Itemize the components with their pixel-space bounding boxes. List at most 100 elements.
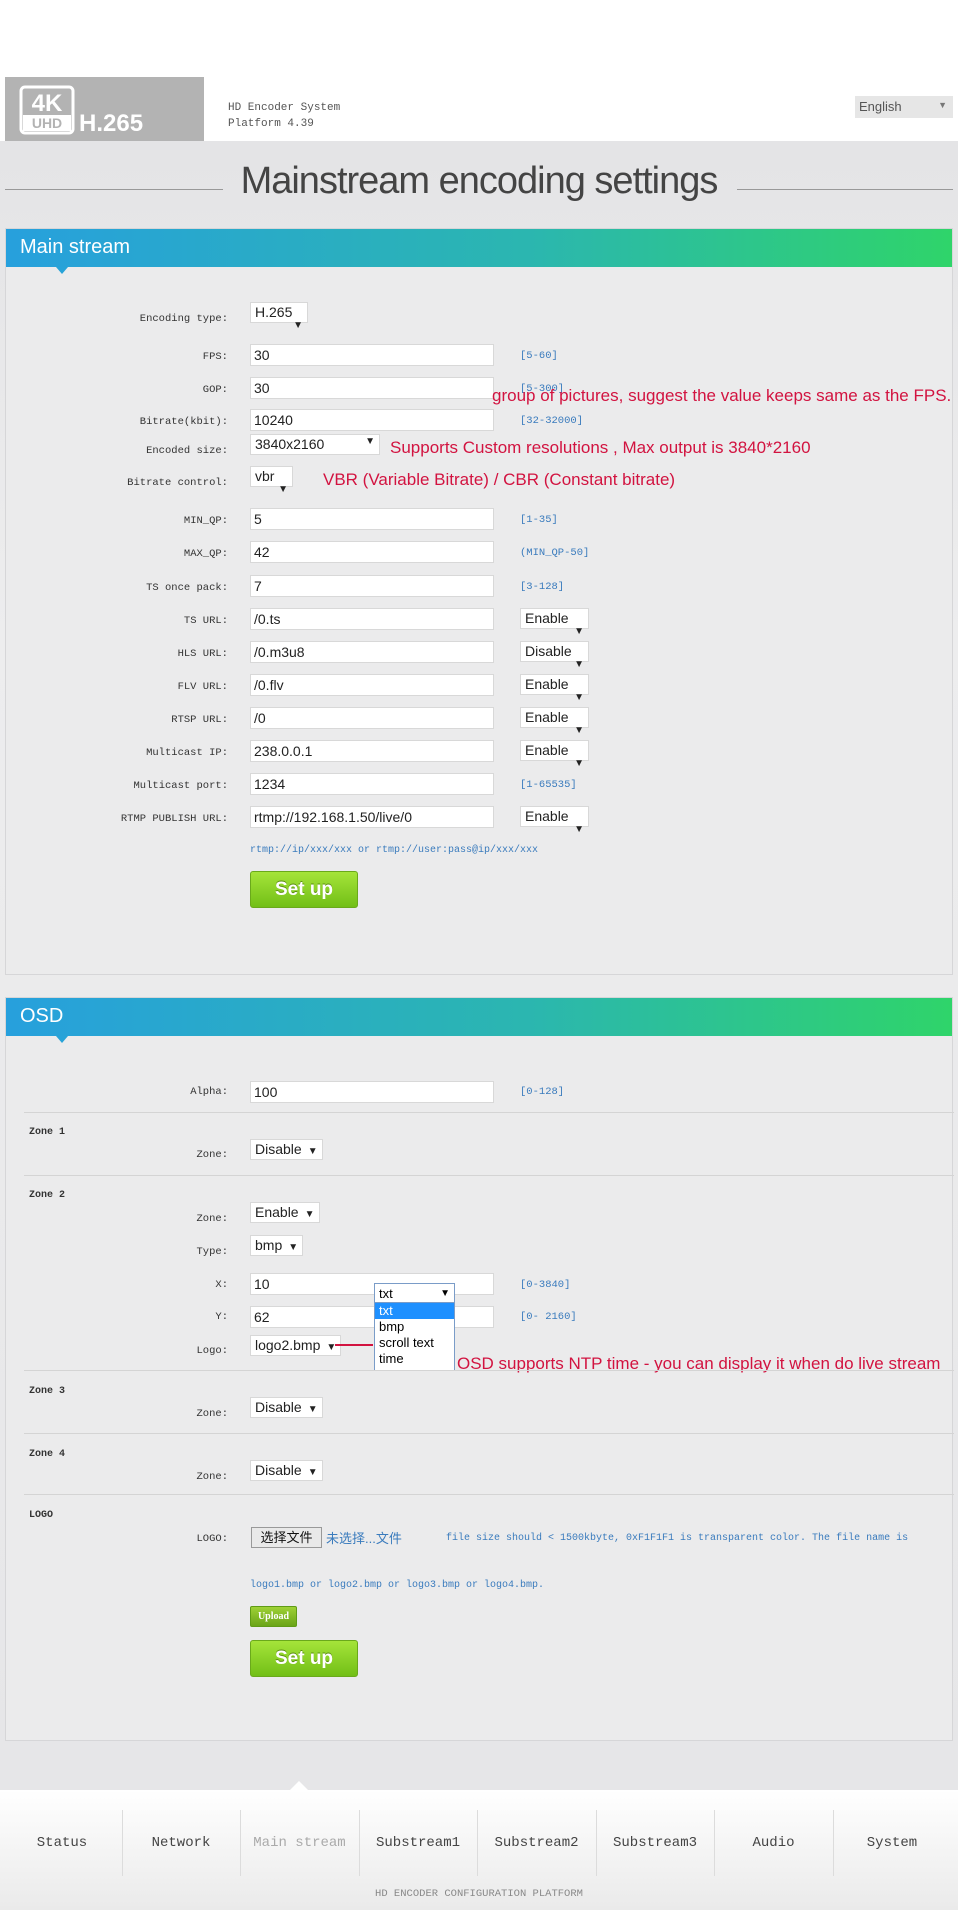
hls-url-input[interactable]: /0.m3u8 <box>250 641 494 663</box>
min-qp-label: MIN_QP: <box>183 515 228 527</box>
encoded-size-select[interactable]: 3840x2160 ▼ <box>250 434 380 455</box>
logo-upload-label: LOGO: <box>196 1533 228 1545</box>
type-dropdown-open[interactable]: txt ▼ txt bmp scroll text time <box>374 1283 455 1371</box>
rtsp-url-label: RTSP URL: <box>171 714 228 726</box>
multicast-port-input[interactable]: 1234 <box>250 773 494 795</box>
hls-url-label: HLS URL: <box>177 648 228 660</box>
divider <box>24 1370 954 1371</box>
chevron-down-icon: ▼ <box>307 1404 318 1415</box>
nav-item-network[interactable]: Network <box>121 1810 240 1876</box>
svg-text:UHD: UHD <box>32 115 62 131</box>
rtmp-publish-url-label: RTMP PUBLISH URL: <box>120 813 228 825</box>
ts-once-pack-range: [3-128] <box>520 581 565 593</box>
zone2-x-input[interactable]: 10 <box>250 1273 494 1295</box>
zone4-title: Zone 4 <box>29 1449 66 1460</box>
title-divider-right <box>737 189 953 190</box>
dropdown-option-txt[interactable]: txt <box>375 1303 454 1319</box>
hls-url-enable-select[interactable]: Disable ▼ <box>520 641 589 670</box>
divider <box>24 1433 954 1434</box>
ts-url-label: TS URL: <box>183 615 228 627</box>
bitrate-control-select[interactable]: vbr ▼ <box>250 466 293 495</box>
zone2-logo-label: Logo: <box>196 1345 228 1357</box>
zone2-zone-select[interactable]: Enable ▼ <box>250 1202 320 1223</box>
ts-once-pack-input[interactable]: 7 <box>250 575 494 597</box>
chevron-down-icon: ▼ <box>307 1146 318 1157</box>
ts-once-pack-label: TS once pack: <box>146 582 228 594</box>
zone3-zone-select[interactable]: Disable ▼ <box>250 1397 323 1418</box>
panel-title: Main stream <box>20 236 131 258</box>
rtmp-publish-url-input[interactable]: rtmp://192.168.1.50/live/0 <box>250 806 494 828</box>
logo-filenames-hint: logo1.bmp or logo2.bmp or logo3.bmp or l… <box>250 1580 545 1591</box>
nav-item-main-stream[interactable]: Main stream <box>240 1810 358 1876</box>
divider <box>24 1494 954 1495</box>
divider <box>24 1112 954 1113</box>
nav-item-audio[interactable]: Audio <box>714 1810 832 1876</box>
multicast-ip-input[interactable]: 238.0.0.1 <box>250 740 494 762</box>
platform-version: Platform 4.39 <box>228 118 314 130</box>
nav-item-substream1[interactable]: Substream1 <box>358 1810 477 1876</box>
fps-input[interactable]: 30 <box>250 344 494 366</box>
max-qp-input[interactable]: 42 <box>250 541 494 563</box>
chevron-down-icon: ▼ <box>574 758 584 769</box>
annotation-bitrate: VBR (Variable Bitrate) / CBR (Constant b… <box>323 470 676 489</box>
rtsp-url-input[interactable]: /0 <box>250 707 494 729</box>
chevron-down-icon: ▼ <box>440 1288 450 1299</box>
chevron-down-icon: ▼ <box>574 824 584 835</box>
bitrate-kbit-input[interactable]: 10240 <box>250 409 494 431</box>
zone1-zone-select[interactable]: Disable ▼ <box>250 1139 323 1160</box>
flv-url-enable-select[interactable]: Enable ▼ <box>520 674 589 703</box>
footer-text: HD ENCODER CONFIGURATION PLATFORM <box>375 1888 583 1900</box>
multicast-ip-enable-select[interactable]: Enable ▼ <box>520 740 589 769</box>
zone1-title: Zone 1 <box>29 1127 66 1138</box>
panel-title: OSD <box>20 1005 64 1027</box>
dropdown-option-bmp[interactable]: bmp <box>375 1319 454 1335</box>
chevron-down-icon: ▼ <box>293 320 303 331</box>
chevron-down-icon: ▼ <box>574 725 584 736</box>
dropdown-current[interactable]: txt ▼ <box>375 1284 454 1303</box>
choose-file-button[interactable]: 选择文件 <box>251 1527 322 1548</box>
annotation-gop: group of pictures, suggest the value kee… <box>492 386 952 405</box>
rtmp-publish-url-enable-select[interactable]: Enable ▼ <box>520 806 589 835</box>
upload-button[interactable]: Upload <box>250 1606 297 1627</box>
annotation-size: Supports Custom resolutions , Max output… <box>390 438 811 457</box>
zone2-type-select[interactable]: bmp ▼ <box>250 1235 304 1256</box>
nav-item-substream3[interactable]: Substream3 <box>595 1810 714 1876</box>
select-value: 3840x2160 <box>255 436 325 452</box>
rtsp-url-enable-select[interactable]: Enable ▼ <box>520 707 589 736</box>
encoding-type-select[interactable]: H.265 ▼ <box>250 302 308 331</box>
min-qp-input[interactable]: 5 <box>250 508 494 530</box>
fps-range: [5-60] <box>520 350 558 362</box>
alpha-range: [0-128] <box>520 1086 565 1098</box>
main-stream-setup-button[interactable]: Set up <box>250 871 358 908</box>
zone2-logo-select[interactable]: logo2.bmp ▼ <box>250 1335 342 1356</box>
min-qp-range: [1-35] <box>520 514 558 526</box>
zone2-y-input[interactable]: 62 <box>250 1306 494 1328</box>
ts-url-input[interactable]: /0.ts <box>250 608 494 630</box>
nav-item-substream2[interactable]: Substream2 <box>477 1810 595 1876</box>
divider <box>24 1175 954 1176</box>
dropdown-option-time[interactable]: time <box>375 1351 454 1367</box>
dropdown-option-scroll-text[interactable]: scroll text <box>375 1335 454 1351</box>
zone3-title: Zone 3 <box>29 1386 66 1397</box>
language-select[interactable]: English ▼ <box>855 96 953 118</box>
zone1-zone-label: Zone: <box>196 1149 228 1161</box>
chevron-down-icon: ▼ <box>304 1209 315 1220</box>
nav-item-system[interactable]: System <box>832 1810 951 1876</box>
zone4-zone-select[interactable]: Disable ▼ <box>250 1460 323 1481</box>
max-qp-label: MAX_QP: <box>183 548 228 560</box>
annotation-osd: OSD supports NTP time - you can display … <box>457 1354 941 1373</box>
osd-setup-button[interactable]: Set up <box>250 1640 358 1677</box>
select-value: Enable <box>525 808 569 824</box>
alpha-input[interactable]: 100 <box>250 1081 494 1103</box>
flv-url-input[interactable]: /0.flv <box>250 674 494 696</box>
select-value: Enable <box>255 1204 299 1220</box>
ts-url-enable-select[interactable]: Enable ▼ <box>520 608 589 637</box>
pointer-icon <box>56 267 68 274</box>
nav-item-status[interactable]: Status <box>3 1810 121 1876</box>
select-value: Disable <box>255 1399 302 1415</box>
rtmp-hint: rtmp://ip/xxx/xxx or rtmp://user:pass@ip… <box>250 845 539 856</box>
max-qp-range: (MIN_QP-50] <box>520 547 590 559</box>
zone2-title: Zone 2 <box>29 1190 66 1201</box>
fps-label: FPS: <box>202 351 228 363</box>
gop-input[interactable]: 30 <box>250 377 494 399</box>
